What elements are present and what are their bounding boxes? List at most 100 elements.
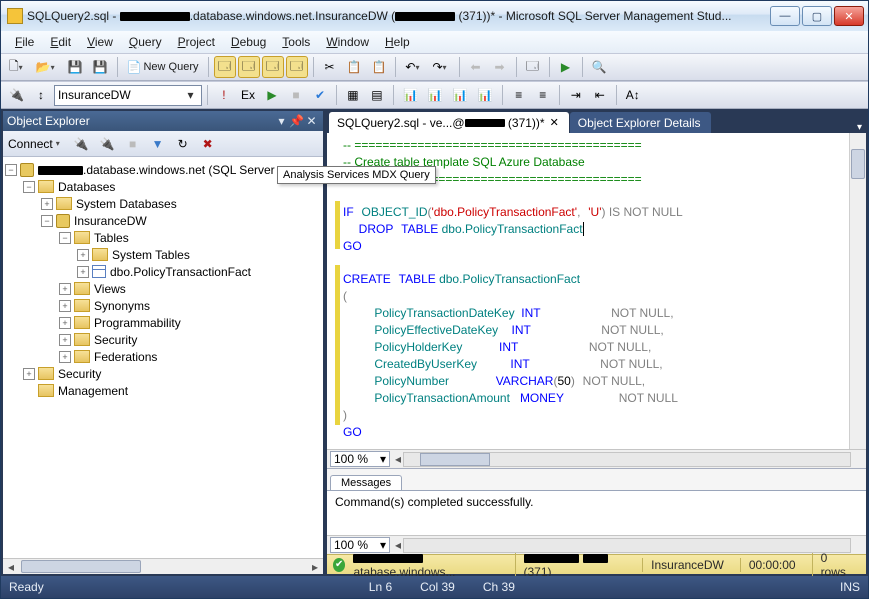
save-all-button[interactable]: 💾 [89,56,112,78]
include-stats-button[interactable]: 📊 [399,84,422,106]
stop-button[interactable]: ■ [285,84,307,106]
database-combo[interactable]: InsuranceDW ▾ [54,85,202,106]
status-col: Col 39 [420,580,455,594]
refresh-button[interactable]: ↻ [172,134,194,154]
tree-databases[interactable]: Databases [58,180,115,194]
de-query-2-button[interactable]: 🗔 [238,56,260,78]
new-query-button[interactable]: 📄New Query [123,56,203,78]
activity-button[interactable]: 🗔 [522,56,544,78]
menu-window[interactable]: Window [318,33,377,51]
tree-system-tables[interactable]: System Tables [112,248,190,262]
chevron-down-icon: ▾ [183,88,198,102]
cut-button[interactable]: ✂ [319,56,341,78]
nav-back-button[interactable]: ⬅ [465,56,487,78]
tree-programmability[interactable]: Programmability [94,316,181,330]
object-explorer-tree[interactable]: −.database.windows.net (SQL Server −Data… [3,157,323,558]
redo-button[interactable]: ↷▾ [428,56,453,78]
tab-messages[interactable]: Messages [330,475,402,490]
find-button[interactable]: 🔍 [588,56,611,78]
tree-tables[interactable]: Tables [94,231,129,245]
tree-federations[interactable]: Federations [94,350,157,364]
messages-pane[interactable]: Command(s) completed successfully. [327,490,866,535]
messages-zoom-row: 100 %▾ ◂ [327,535,866,554]
nav-fwd-button[interactable]: ➡ [489,56,511,78]
save-button[interactable]: 💾 [64,56,87,78]
menu-project[interactable]: Project [170,33,223,51]
indent-button[interactable]: ⇥ [565,84,587,106]
panel-close-button[interactable]: ✕ [304,114,319,128]
de-query-4-button[interactable]: 🗔 [286,56,308,78]
tree-views[interactable]: Views [94,282,126,296]
connect-button[interactable]: 🔌 [70,134,93,154]
zoom-combo[interactable]: 100 %▾ [330,451,390,467]
tree-security-root[interactable]: Security [58,367,101,381]
editor-h-scrollbar[interactable] [403,452,851,467]
object-explorer-header: Object Explorer ▾ 📌 ✕ [3,111,323,131]
de-query-1-button[interactable]: 🗔 [214,56,236,78]
execute-button[interactable]: ! [213,84,235,106]
tab-sqlquery2[interactable]: SQLQuery2.sql - ve...@ (371))* ✕ [329,112,569,133]
help-button[interactable]: ✖ [197,134,219,154]
connect-toolbar: Connect▾ 🔌 🔌 ■ ▼ ↻ ✖ [3,131,323,157]
outdent-button[interactable]: ⇤ [589,84,611,106]
status-user: (371) [515,551,635,579]
tooltip: Analysis Services MDX Query [277,166,436,184]
parse-button[interactable]: ✔ [309,84,331,106]
plan-button[interactable]: 📊 [449,84,472,106]
sqlcmd-button[interactable]: 📊 [424,84,447,106]
menu-query[interactable]: Query [121,33,170,51]
tab-oe-details[interactable]: Object Explorer Details [570,112,711,133]
tree-system-databases[interactable]: System Databases [76,197,177,211]
filter-button[interactable]: ▼ [147,134,169,154]
toggle-button[interactable]: ↕ [30,84,52,106]
tab-list-button[interactable]: ▾ [853,122,866,133]
close-button[interactable]: ✕ [834,6,864,26]
paste-button[interactable]: 📋 [367,56,390,78]
menu-debug[interactable]: Debug [223,33,274,51]
window-title: SQLQuery2.sql - .database.windows.net.In… [27,9,768,23]
tab-close-button[interactable]: ✕ [550,116,559,129]
panel-dropdown-button[interactable]: ▾ [274,114,289,128]
new-project-button[interactable]: 🗋▾ [5,56,30,78]
specify-values-button[interactable]: A↕ [622,84,644,106]
stop-oe-button[interactable]: ■ [122,134,144,154]
tree-server[interactable]: .database.windows.net (SQL Server [38,163,275,177]
maximize-button[interactable]: ▢ [802,6,832,26]
uncomment-button[interactable]: ≡ [532,84,554,106]
execute-text-button[interactable]: Ex [237,84,259,106]
app-icon [7,8,23,24]
debug-button[interactable]: ▶ [261,84,283,106]
titlebar: SQLQuery2.sql - .database.windows.net.In… [1,1,868,31]
menu-file[interactable]: File [7,33,42,51]
tree-synonyms[interactable]: Synonyms [94,299,150,313]
open-button[interactable]: 📂▾ [32,56,62,78]
comment-button[interactable]: ≡ [508,84,530,106]
minimize-button[interactable]: — [770,6,800,26]
undo-button[interactable]: ↶▾ [401,56,426,78]
status-time: 00:00:00 [740,558,804,572]
status-db: InsuranceDW [642,558,732,572]
tree-management[interactable]: Management [58,384,128,398]
menu-edit[interactable]: Edit [42,33,79,51]
menu-help[interactable]: Help [377,33,418,51]
messages-h-scrollbar[interactable] [403,538,851,553]
menu-view[interactable]: View [79,33,121,51]
results-grid-button[interactable]: ▦ [342,84,364,106]
de-query-3-button[interactable]: 🗔 [262,56,284,78]
client-stats-button[interactable]: 📊 [474,84,497,106]
status-server: atabase.windows... [353,551,506,579]
oe-h-scrollbar[interactable]: ◂ ▸ [3,558,323,574]
tree-db-insurancedw[interactable]: InsuranceDW [74,214,147,228]
start-debug-button[interactable]: ▶ [555,56,577,78]
folder-icon [74,316,90,329]
tree-security-db[interactable]: Security [94,333,137,347]
menu-tools[interactable]: Tools [274,33,318,51]
status-rows: 0 rows [812,551,860,579]
connect-label[interactable]: Connect [8,137,53,151]
panel-pin-button[interactable]: 📌 [289,114,304,128]
disconnect-button[interactable]: 🔌 [96,134,119,154]
results-text-button[interactable]: ▤ [366,84,388,106]
tree-table-ptfact[interactable]: dbo.PolicyTransactionFact [110,265,251,279]
change-connection-button[interactable]: 🔌 [5,84,28,106]
copy-button[interactable]: 📋 [343,56,366,78]
